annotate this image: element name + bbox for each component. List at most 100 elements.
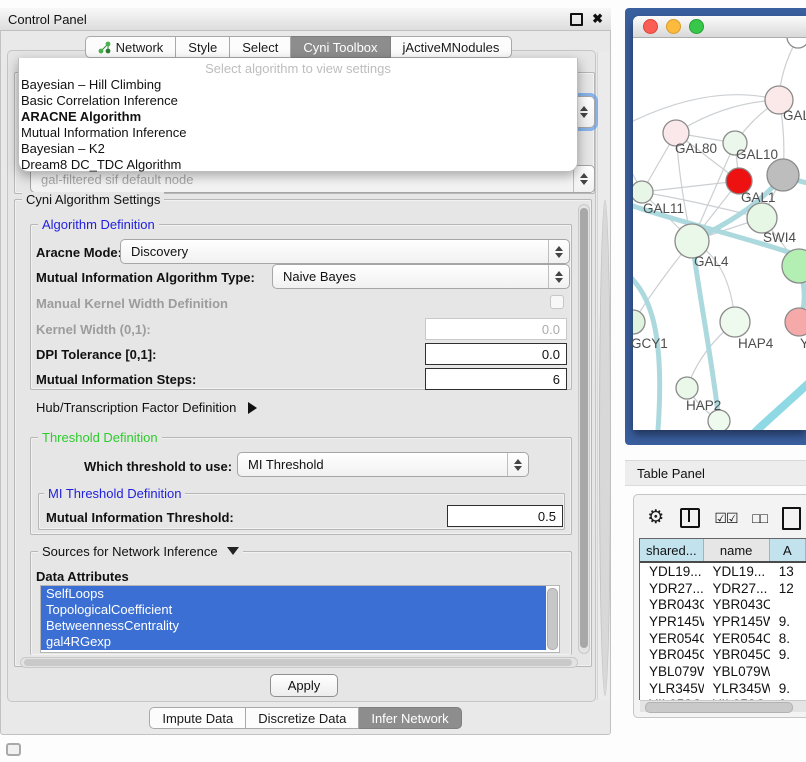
gear-icon[interactable]: ⚙ bbox=[640, 506, 672, 530]
tab-jactivemnodules[interactable]: jActiveMNodules bbox=[391, 36, 513, 58]
which-threshold-combobox[interactable]: MI Threshold bbox=[237, 452, 529, 477]
node-gcy1[interactable] bbox=[633, 310, 645, 334]
table-row[interactable]: YDL19...YDL19...13 bbox=[640, 563, 806, 580]
apply-button[interactable]: Apply bbox=[270, 674, 338, 697]
network-window-titlebar[interactable] bbox=[633, 16, 806, 38]
data-attributes-label: Data Attributes bbox=[36, 569, 129, 584]
tab-impute-data[interactable]: Impute Data bbox=[149, 707, 246, 729]
tab-label: Cyni Toolbox bbox=[303, 40, 377, 55]
table-row[interactable]: YBR043CYBR043C bbox=[640, 596, 806, 613]
aracne-mode-label: Aracne Mode: bbox=[36, 245, 122, 260]
mi-type-combobox[interactable]: Naive Bayes bbox=[272, 264, 570, 289]
mi-threshold-field[interactable]: 0.5 bbox=[447, 505, 563, 527]
settings-vertical-scrollbar[interactable] bbox=[578, 204, 590, 654]
dropdown-item[interactable]: Basic Correlation Inference bbox=[19, 93, 577, 109]
dropdown-item[interactable]: Bayesian – Hill Climbing bbox=[19, 77, 577, 93]
tab-label: jActiveMNodules bbox=[403, 40, 500, 55]
node-gray[interactable] bbox=[767, 159, 799, 191]
columns-icon[interactable] bbox=[672, 506, 710, 530]
attribute-list-item[interactable]: gal4RGexp bbox=[41, 634, 546, 650]
dpi-tolerance-field[interactable]: 0.0 bbox=[425, 343, 567, 365]
dropdown-item[interactable]: Bayesian – K2 bbox=[19, 141, 577, 157]
node-pink-right[interactable] bbox=[785, 308, 806, 336]
combo-stepper-icon[interactable] bbox=[507, 453, 528, 476]
manual-kernel-label: Manual Kernel Width Definition bbox=[36, 296, 228, 311]
table-cell: YER054C bbox=[640, 631, 704, 646]
node-gal1[interactable] bbox=[747, 203, 777, 233]
close-icon[interactable]: ✖ bbox=[592, 14, 603, 24]
node-gal11[interactable] bbox=[633, 181, 653, 203]
node-green-right[interactable] bbox=[782, 249, 806, 283]
dropdown-item[interactable]: Dream8 DC_TDC Algorithm bbox=[19, 157, 577, 173]
table-cell: YBL079W bbox=[704, 664, 770, 679]
apply-button-label: Apply bbox=[288, 678, 321, 693]
table-row[interactable]: YBL079WYBL079W bbox=[640, 663, 806, 680]
node-hap2[interactable] bbox=[676, 377, 698, 399]
combo-stepper-icon[interactable] bbox=[548, 265, 569, 288]
show-columns-icon[interactable]: ☑☑ bbox=[709, 506, 743, 530]
tab-network[interactable]: Network bbox=[85, 36, 177, 58]
collapse-down-icon bbox=[227, 547, 239, 555]
collapsed-panel-icon[interactable] bbox=[6, 743, 21, 756]
tab-infer-network[interactable]: Infer Network bbox=[359, 707, 461, 729]
attribute-list-item[interactable]: BetweennessCentrality bbox=[41, 618, 546, 634]
column-header[interactable]: shared... bbox=[640, 539, 704, 561]
tab-cyni-toolbox[interactable]: Cyni Toolbox bbox=[291, 36, 390, 58]
column-header[interactable]: A bbox=[770, 539, 806, 561]
close-window-icon[interactable] bbox=[643, 19, 658, 34]
table-cell: YPR145W bbox=[640, 614, 704, 629]
top-tab-bar: Network Style Select Cyni Toolbox jActiveMNo… bbox=[0, 36, 597, 58]
node-hap4[interactable] bbox=[720, 307, 750, 337]
tab-style[interactable]: Style bbox=[176, 36, 230, 58]
node-label-hap2: HAP2 bbox=[686, 398, 721, 413]
node-top-partial[interactable] bbox=[787, 38, 806, 48]
settings-horizontal-scrollbar[interactable] bbox=[20, 657, 578, 668]
node-bottom-partial[interactable] bbox=[708, 410, 730, 430]
node-gal4[interactable] bbox=[675, 224, 709, 258]
column-header[interactable]: name bbox=[704, 539, 770, 561]
table-horizontal-scrollbar[interactable] bbox=[640, 700, 806, 712]
tab-label: Style bbox=[188, 40, 217, 55]
table-row[interactable]: YBR045CYBR045C9. bbox=[640, 646, 806, 663]
data-attributes-list[interactable]: SelfLoopsTopologicalCoefficientBetweenne… bbox=[40, 585, 560, 653]
import-table-icon[interactable] bbox=[776, 506, 806, 530]
hide-columns-icon[interactable]: □□ bbox=[743, 506, 777, 530]
table-row[interactable]: YLR345WYLR345W9. bbox=[640, 680, 806, 697]
zoom-window-icon[interactable] bbox=[689, 19, 704, 34]
node-label-gal4: GAL4 bbox=[694, 254, 729, 269]
node-label-gal11: GAL11 bbox=[643, 201, 684, 216]
panel-vertical-scrollbar[interactable] bbox=[597, 52, 610, 700]
combo-stepper-icon[interactable] bbox=[548, 240, 569, 263]
table-cell: YBR043C bbox=[704, 597, 770, 612]
hub-definition-expander[interactable]: Hub/Transcription Factor Definition bbox=[36, 400, 257, 415]
table-row[interactable]: YER054CYER054C8. bbox=[640, 630, 806, 647]
list-vertical-scrollbar[interactable] bbox=[546, 587, 558, 651]
mi-steps-value: 6 bbox=[553, 372, 560, 387]
network-edge[interactable] bbox=[676, 100, 779, 133]
attribute-list-item[interactable]: TopologicalCoefficient bbox=[41, 602, 546, 618]
table-panel-titlebar: Table Panel bbox=[625, 460, 806, 486]
attribute-list-item[interactable]: SelfLoops bbox=[41, 586, 546, 602]
tab-select[interactable]: Select bbox=[230, 36, 291, 58]
which-threshold-value: MI Threshold bbox=[248, 457, 324, 472]
network-edge[interactable] bbox=[642, 181, 739, 192]
manual-kernel-checkbox[interactable] bbox=[550, 295, 564, 309]
node-label-y: Y bbox=[800, 336, 806, 351]
sources-group-title[interactable]: Sources for Network Inference bbox=[38, 544, 243, 559]
network-edge[interactable] bbox=[633, 95, 779, 125]
hub-definition-label: Hub/Transcription Factor Definition bbox=[36, 400, 236, 415]
dropdown-item[interactable]: Mutual Information Inference bbox=[19, 125, 577, 141]
table-header-row: shared...nameA bbox=[640, 539, 806, 563]
aracne-mode-combobox[interactable]: Discovery bbox=[120, 239, 570, 264]
mi-steps-field[interactable]: 6 bbox=[425, 368, 567, 390]
kernel-width-field[interactable]: 0.0 bbox=[425, 318, 567, 340]
network-edge[interactable] bbox=[738, 380, 806, 430]
table-row[interactable]: YPR145WYPR145W9. bbox=[640, 613, 806, 630]
dropdown-item[interactable]: ARACNE Algorithm bbox=[19, 109, 577, 125]
mi-threshold-value: 0.5 bbox=[538, 509, 556, 524]
table-row[interactable]: YDR27...YDR27...12 bbox=[640, 580, 806, 597]
node-label-swi4: SWI4 bbox=[763, 230, 796, 245]
minimize-window-icon[interactable] bbox=[666, 19, 681, 34]
tab-discretize-data[interactable]: Discretize Data bbox=[246, 707, 359, 729]
float-window-icon[interactable] bbox=[570, 13, 583, 26]
